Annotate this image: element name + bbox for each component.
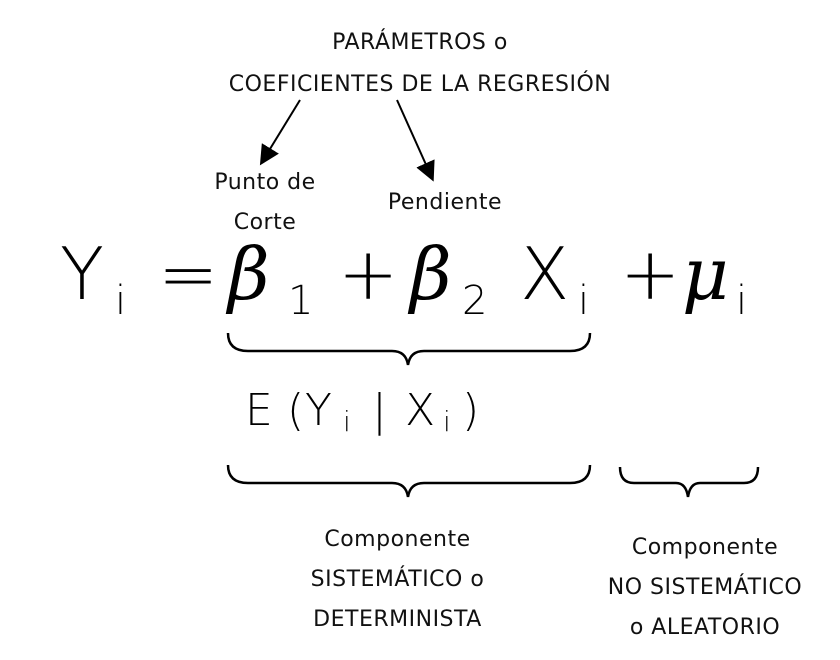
label-componente-sistematico-line1: Componente bbox=[324, 527, 471, 552]
eq-beta2-subscript: 2 bbox=[462, 278, 488, 324]
exp-open-paren: ( bbox=[287, 385, 305, 436]
eq-equals: = bbox=[158, 232, 219, 316]
label-componente-no-sistematico-line1: Componente bbox=[631, 535, 779, 560]
eq-beta1: β bbox=[228, 232, 270, 316]
regression-equation: Y i = β 1 + β 2 X i + μ i bbox=[0, 238, 840, 328]
arrow-to-punto-de-corte bbox=[259, 99, 301, 166]
label-componente-no-sistematico-line2: NO SISTEMÁTICO bbox=[607, 575, 803, 600]
eq-Y: Y bbox=[60, 232, 104, 316]
eq-plus-1: + bbox=[338, 232, 399, 316]
exp-E: E bbox=[245, 385, 273, 436]
brace-systematic bbox=[226, 464, 592, 498]
eq-X: X bbox=[520, 232, 570, 316]
eq-plus-2: + bbox=[620, 232, 681, 316]
label-componente-no-sistematico-line3: o ALEATORIO bbox=[629, 615, 781, 640]
eq-beta2: β bbox=[410, 232, 452, 316]
exp-Y: Y bbox=[305, 385, 332, 436]
brace-regression-function bbox=[226, 332, 592, 366]
label-componente-sistematico-line3: DETERMINISTA bbox=[313, 607, 482, 632]
brace-non-systematic bbox=[618, 466, 760, 498]
eq-mu: μ bbox=[682, 232, 729, 316]
exp-X: X bbox=[405, 385, 436, 436]
arrow-to-pendiente bbox=[396, 99, 435, 182]
eq-beta1-subscript: 1 bbox=[288, 278, 314, 324]
exp-close-paren: ) bbox=[462, 385, 480, 436]
eq-Y-subscript: i bbox=[115, 278, 127, 324]
exp-X-subscript: i bbox=[443, 405, 451, 438]
exp-Y-subscript: i bbox=[343, 405, 351, 438]
eq-mu-subscript: i bbox=[736, 278, 748, 324]
conditional-expectation: E ( Y i | X i ) bbox=[0, 385, 840, 445]
diagram-lines bbox=[226, 99, 760, 498]
exp-bar: | bbox=[372, 385, 387, 436]
eq-X-subscript: i bbox=[578, 278, 590, 324]
label-componente-sistematico-line2: SISTEMÁTICO o bbox=[310, 567, 485, 592]
